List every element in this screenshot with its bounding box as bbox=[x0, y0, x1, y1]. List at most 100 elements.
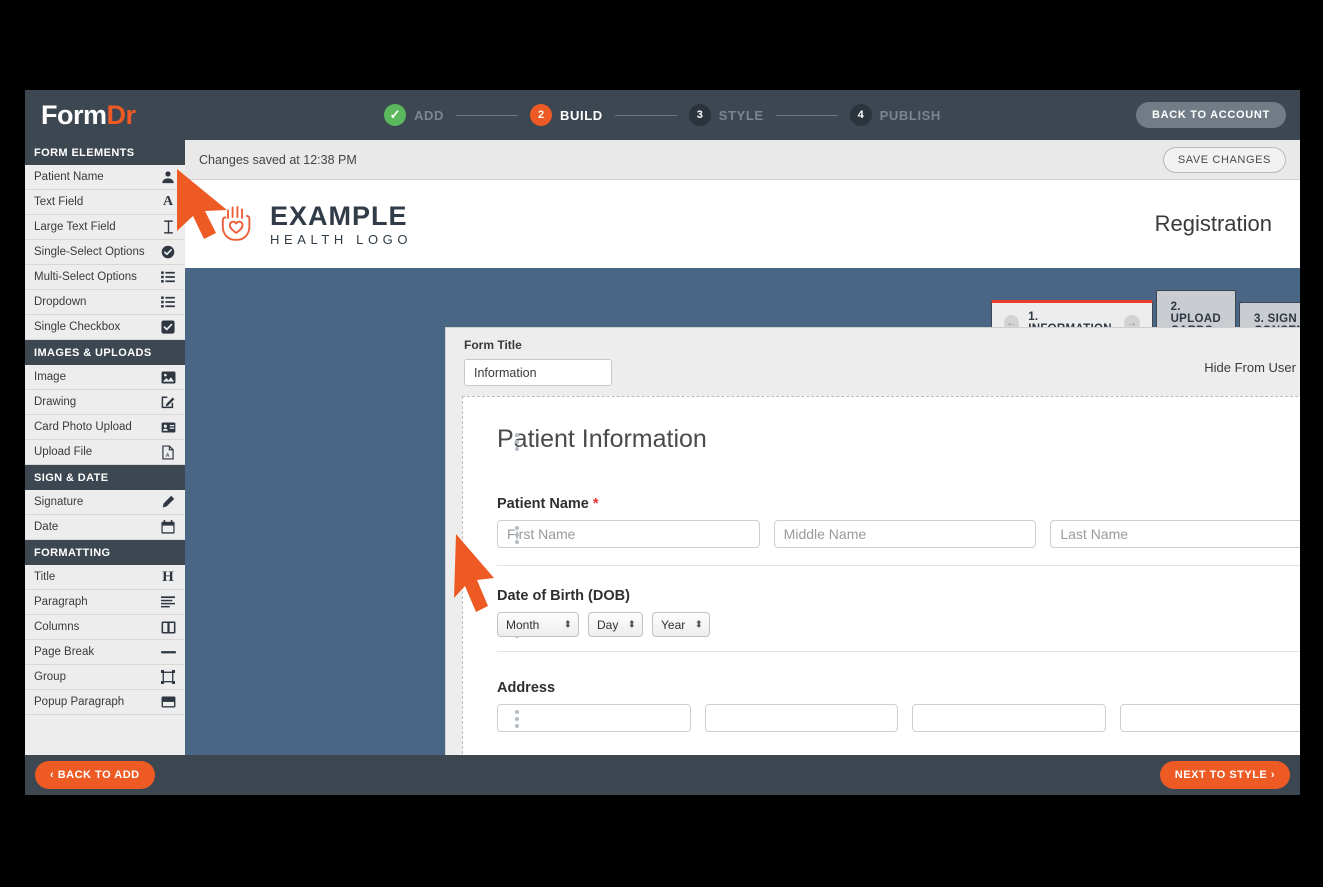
address-input-4[interactable] bbox=[1119, 704, 1300, 732]
drag-handle[interactable] bbox=[515, 710, 519, 728]
patient-name-label: Patient Name * bbox=[497, 496, 1300, 512]
sidebar-item-label: Popup Paragraph bbox=[34, 696, 125, 708]
field-divider bbox=[497, 565, 1300, 566]
wizard-step-indicator: ✓ ADD 2 BUILD 3 STYLE 4 PUBLISH bbox=[25, 104, 1300, 126]
first-name-input[interactable] bbox=[497, 520, 760, 548]
sidebar-item-card-photo-upload[interactable]: Card Photo Upload bbox=[25, 415, 185, 440]
form-elements-sidebar: FORM ELEMENTS Patient Name Text Field A … bbox=[25, 140, 185, 755]
middle-name-input[interactable] bbox=[773, 520, 1037, 548]
sidebar-item-label: Paragraph bbox=[34, 596, 88, 608]
address-input-1[interactable] bbox=[497, 704, 691, 732]
form-page-title: Registration bbox=[1154, 211, 1272, 236]
sidebar-item-page-break[interactable]: Page Break bbox=[25, 640, 185, 665]
step-publish[interactable]: 4 PUBLISH bbox=[849, 104, 941, 126]
drag-handle[interactable] bbox=[515, 526, 519, 544]
dob-year-select[interactable]: Year bbox=[652, 612, 710, 637]
required-asterisk: * bbox=[588, 496, 599, 512]
logo-text-form: Form bbox=[41, 99, 107, 130]
builder-main-area: Changes saved at 12:38 PM SAVE CHANGES E… bbox=[185, 140, 1300, 755]
form-title-group: Form Title bbox=[464, 338, 612, 386]
drag-handle[interactable] bbox=[515, 433, 519, 451]
address-input-2[interactable] bbox=[704, 704, 898, 732]
sidebar-item-group[interactable]: Group bbox=[25, 665, 185, 690]
list-icon bbox=[160, 294, 176, 310]
back-to-account-button[interactable]: BACK TO ACCOUNT bbox=[1135, 102, 1286, 128]
sidebar-item-large-text-field[interactable]: Large Text Field bbox=[25, 215, 185, 240]
sidebar-item-patient-name[interactable]: Patient Name bbox=[25, 165, 185, 190]
step-build[interactable]: 2 BUILD bbox=[530, 104, 603, 126]
sidebar-item-single-select-options[interactable]: Single-Select Options bbox=[25, 240, 185, 265]
save-changes-button[interactable]: SAVE CHANGES bbox=[1162, 146, 1286, 173]
sidebar-item-label: Multi-Select Options bbox=[34, 271, 137, 283]
dob-selects: Month Day Year bbox=[497, 612, 1300, 637]
letter-a-icon: A bbox=[162, 194, 174, 209]
form-sheet: Patient Information Patient Name * First… bbox=[462, 396, 1300, 755]
sidebar-item-title[interactable]: Title H bbox=[25, 565, 185, 590]
form-sheet-content: Patient Information Patient Name * First… bbox=[463, 397, 1300, 732]
sidebar-item-label: Signature bbox=[34, 496, 84, 508]
step-style[interactable]: 3 STYLE bbox=[688, 104, 764, 126]
sidebar-item-label: Single-Select Options bbox=[34, 246, 145, 258]
list-icon bbox=[160, 269, 176, 285]
form-title-input[interactable] bbox=[464, 359, 612, 386]
svg-text:A: A bbox=[166, 453, 170, 459]
sidebar-item-dropdown[interactable]: Dropdown bbox=[25, 290, 185, 315]
sidebar-item-drawing[interactable]: Drawing bbox=[25, 390, 185, 415]
sidebar-item-signature[interactable]: Signature bbox=[25, 490, 185, 515]
sidebar-item-label: Columns bbox=[34, 621, 80, 633]
dob-row: Date of Birth (DOB) Month Day bbox=[497, 588, 1300, 652]
dob-month-select[interactable]: Month bbox=[497, 612, 579, 637]
sidebar-item-upload-file[interactable]: Upload File A bbox=[25, 440, 185, 465]
sidebar-heading-sign-date: SIGN & DATE bbox=[25, 465, 185, 490]
sidebar-item-label: Large Text Field bbox=[34, 221, 116, 233]
sidebar-heading-images-uploads: IMAGES & UPLOADS bbox=[25, 340, 185, 365]
address-label: Address bbox=[497, 680, 556, 696]
bottom-navigation-bar: ‹ BACK TO ADD NEXT TO STYLE › bbox=[25, 755, 1300, 795]
form-title-label: Form Title bbox=[464, 338, 522, 352]
sidebar-item-popup-paragraph[interactable]: Popup Paragraph bbox=[25, 690, 185, 715]
columns-icon bbox=[160, 619, 176, 635]
last-name-input[interactable] bbox=[1050, 520, 1300, 548]
back-to-add-button[interactable]: ‹ BACK TO ADD bbox=[35, 761, 155, 789]
sidebar-item-label: Text Field bbox=[34, 196, 84, 208]
sidebar-item-text-field[interactable]: Text Field A bbox=[25, 190, 185, 215]
horizontal-rule-icon bbox=[160, 644, 176, 660]
group-frame-icon bbox=[160, 669, 176, 685]
sidebar-heading-form-elements: FORM ELEMENTS bbox=[25, 140, 185, 165]
sidebar-item-label: Image bbox=[34, 371, 66, 383]
section-title-row: Patient Information bbox=[497, 425, 1300, 454]
sidebar-item-label: Dropdown bbox=[34, 296, 87, 308]
step-build-label: BUILD bbox=[560, 107, 603, 123]
pencil-square-icon bbox=[160, 394, 176, 410]
patient-name-inputs bbox=[497, 520, 1300, 548]
pdf-file-icon: A bbox=[160, 444, 176, 460]
example-health-logo: EXAMPLE HEALTH LOGO bbox=[221, 202, 412, 247]
panel-toolbar: Form Title Hide From User bbox=[446, 328, 1300, 386]
dob-day-select[interactable]: Day bbox=[588, 612, 643, 637]
sidebar-item-paragraph[interactable]: Paragraph bbox=[25, 590, 185, 615]
sidebar-item-multi-select-options[interactable]: Multi-Select Options bbox=[25, 265, 185, 290]
next-to-style-button[interactable]: NEXT TO STYLE › bbox=[1159, 761, 1290, 789]
sidebar-item-image[interactable]: Image bbox=[25, 365, 185, 390]
form-preview-canvas: ← 1. INFORMATION → 2. UPLOAD CARDS 3. SI… bbox=[185, 268, 1300, 755]
app-logo: FormDr bbox=[25, 100, 215, 131]
logo-line-1: EXAMPLE bbox=[270, 200, 408, 231]
sidebar-item-label: Title bbox=[34, 571, 56, 583]
builder-body: FORM ELEMENTS Patient Name Text Field A … bbox=[25, 140, 1300, 755]
image-icon bbox=[160, 369, 176, 385]
sidebar-item-date[interactable]: Date bbox=[25, 515, 185, 540]
sidebar-item-single-checkbox[interactable]: Single Checkbox bbox=[25, 315, 185, 340]
section-title: Patient Information bbox=[497, 425, 707, 453]
sidebar-item-label: Date bbox=[34, 521, 59, 533]
formdr-builder-window: FormDr ✓ ADD 2 BUILD 3 STYLE 4 PUBLISH B… bbox=[25, 90, 1300, 795]
field-divider bbox=[497, 651, 1300, 652]
step-add[interactable]: ✓ ADD bbox=[384, 104, 444, 126]
sidebar-item-label: Group bbox=[34, 671, 66, 683]
address-input-3[interactable] bbox=[912, 704, 1106, 732]
sidebar-item-label: Single Checkbox bbox=[34, 321, 121, 333]
calendar-icon bbox=[160, 519, 176, 535]
id-card-icon bbox=[160, 419, 176, 435]
step-publish-label: PUBLISH bbox=[879, 107, 941, 123]
popup-window-icon bbox=[160, 694, 176, 710]
sidebar-item-columns[interactable]: Columns bbox=[25, 615, 185, 640]
